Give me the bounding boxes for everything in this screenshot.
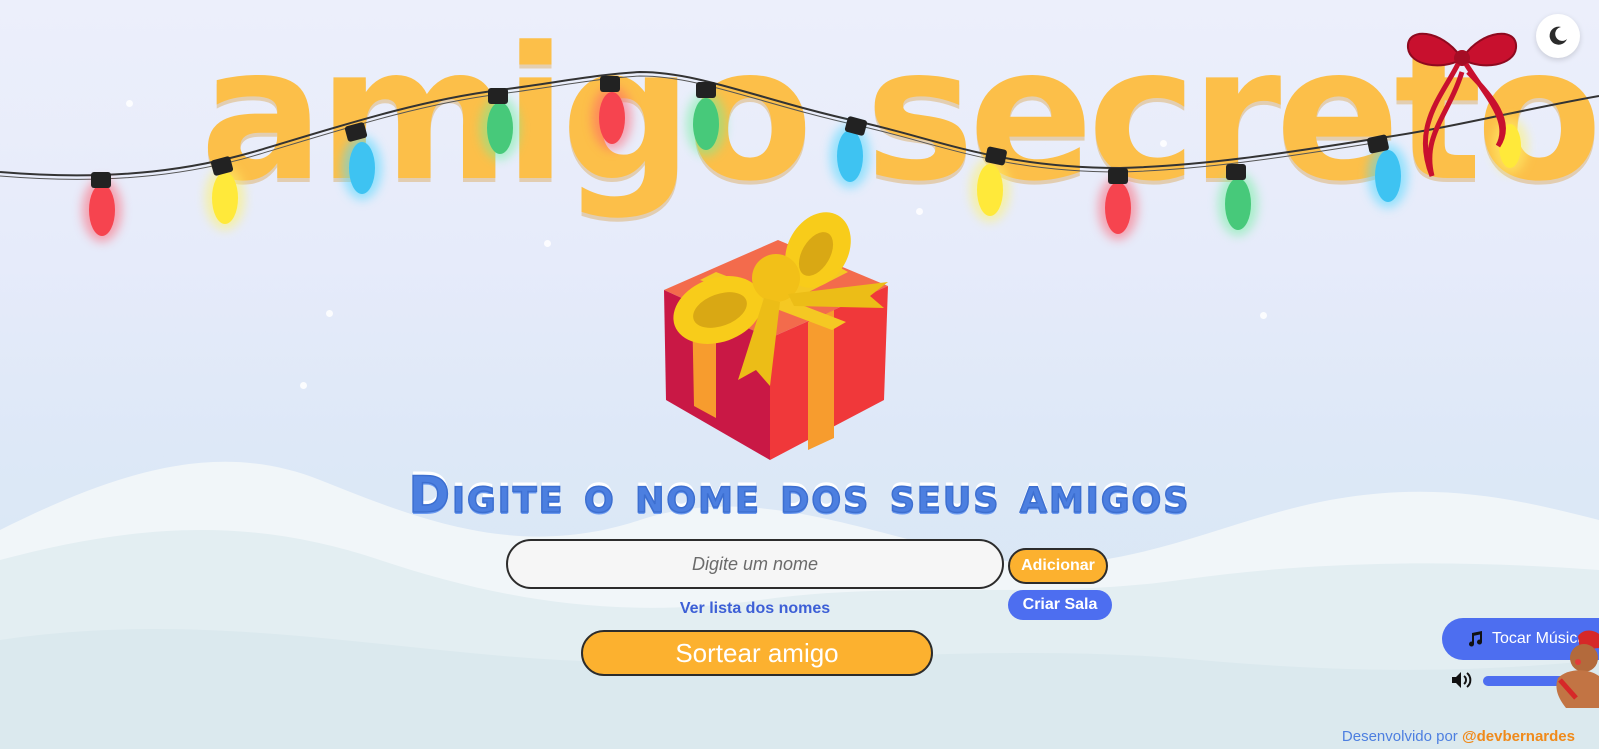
snowflake	[1260, 312, 1267, 319]
light-bulb	[592, 76, 632, 150]
moon-icon	[1549, 26, 1567, 45]
snowflake	[326, 310, 333, 317]
ribbon-bow-decoration	[1406, 32, 1518, 177]
light-bulb	[480, 88, 520, 160]
volume-icon[interactable]	[1450, 670, 1472, 690]
light-bulb	[1218, 164, 1258, 236]
music-note-icon	[1469, 631, 1483, 647]
author-handle-link[interactable]: @devbernardes	[1462, 728, 1575, 745]
reindeer-mascot	[1556, 630, 1599, 708]
light-bulb	[830, 116, 870, 188]
gift-box-illustration	[664, 212, 888, 460]
snowflake	[300, 382, 307, 389]
view-names-list-link[interactable]: Ver lista dos nomes	[630, 600, 880, 618]
light-bulb	[970, 146, 1010, 222]
draw-friend-button[interactable]: Sortear amigo	[581, 630, 933, 676]
light-bulb	[342, 122, 382, 200]
light-bulb	[82, 172, 122, 242]
name-input[interactable]	[506, 539, 1004, 589]
footer-credit: Desenvolvido por @devbernardes	[1342, 728, 1575, 745]
theme-toggle-button[interactable]	[1536, 14, 1580, 58]
instruction-heading: Digite o nome dos seus amigos	[408, 465, 1191, 525]
create-room-button[interactable]: Criar Sala	[1008, 590, 1112, 620]
light-bulb	[686, 82, 726, 156]
add-button[interactable]: Adicionar	[1008, 548, 1108, 584]
footer-prefix: Desenvolvido por	[1341, 728, 1458, 745]
light-bulb	[1098, 168, 1138, 240]
